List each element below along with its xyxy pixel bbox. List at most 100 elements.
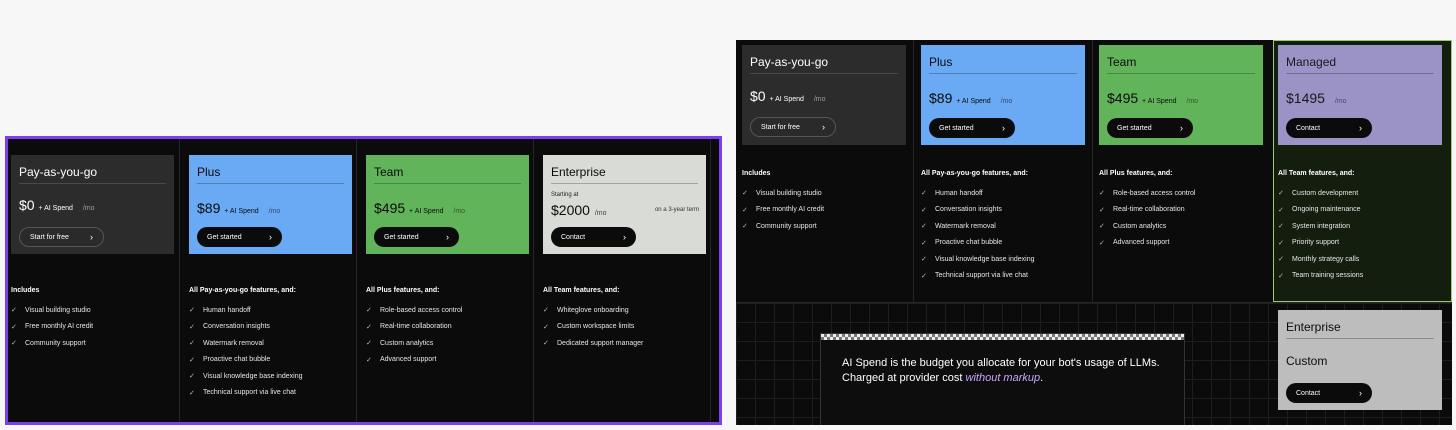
list-item: ✓ Proactive chat bubble: [921, 235, 1035, 252]
list-item: ✓ Custom workspace limits: [543, 319, 643, 336]
feature-list-managed: All Team features, and: ✓ Custom developm…: [1278, 170, 1363, 284]
check-icon: ✓: [921, 206, 927, 214]
price-value: $1495: [1286, 90, 1325, 106]
check-icon: ✓: [1278, 239, 1284, 247]
feature-text: Real-time collaboration: [380, 323, 452, 331]
plan-name: Enterprise: [1286, 320, 1341, 334]
check-icon: ✓: [11, 307, 17, 315]
check-icon: ✓: [543, 307, 549, 315]
button-label: Get started: [939, 124, 974, 132]
feature-text: Visual knowledge base indexing: [935, 255, 1035, 263]
plan-price: $2000 /mo: [551, 202, 607, 218]
list-item: ✓ Real-time collaboration: [366, 319, 463, 336]
check-icon: ✓: [1099, 239, 1105, 247]
check-icon: ✓: [921, 223, 927, 231]
column-divider: [913, 40, 914, 302]
check-icon: ✓: [366, 356, 372, 364]
feature-text: Conversation insights: [203, 323, 270, 331]
ai-spend-emphasis: without markup: [965, 372, 1041, 384]
plan-card-enterprise: Enterprise Custom Contact ›: [1278, 310, 1442, 410]
check-icon: ✓: [11, 340, 17, 348]
feature-heading: Includes: [742, 170, 771, 177]
feature-text: Proactive chat bubble: [203, 356, 271, 364]
ai-spend-suffix: .: [1040, 372, 1044, 384]
feature-heading: Includes: [11, 287, 40, 294]
feature-heading: All Team features, and:: [543, 287, 620, 294]
list-item: ✓ Technical support via live chat: [189, 385, 303, 402]
feature-heading: All Pay-as-you-go features, and:: [189, 287, 296, 294]
plan-price: $1495 /mo: [1286, 90, 1347, 106]
period-label: /mo: [82, 205, 95, 212]
get-started-button[interactable]: Get started ›: [929, 118, 1015, 138]
check-icon: ✓: [921, 272, 927, 280]
check-icon: ✓: [742, 206, 748, 214]
list-item: ✓ Custom analytics: [366, 335, 463, 352]
ai-spend-label: + AI Spend: [1142, 98, 1177, 105]
check-icon: ✓: [543, 340, 549, 348]
button-label: Get started: [384, 233, 419, 241]
contact-button[interactable]: Contact ›: [1286, 118, 1372, 138]
list-item: ✓ Dedicated support manager: [543, 335, 643, 352]
divider: [197, 183, 344, 184]
get-started-button[interactable]: Get started ›: [197, 227, 282, 247]
price-value: $495: [1107, 90, 1139, 106]
plan-price: $495 + AI Spend /mo: [374, 200, 465, 216]
price-value: $2000: [551, 202, 590, 218]
ai-spend-label: + AI Spend: [956, 98, 991, 105]
feature-text: Advanced support: [1113, 239, 1170, 247]
check-icon: ✓: [1099, 206, 1105, 214]
divider: [1286, 338, 1434, 339]
check-icon: ✓: [1099, 223, 1105, 231]
list-item: ✓ Watermark removal: [921, 218, 1035, 235]
contact-button[interactable]: Contact ›: [551, 227, 636, 247]
list-item: ✓ Custom development: [1278, 185, 1363, 202]
check-icon: ✓: [921, 256, 927, 264]
feature-list-enterprise: All Team features, and: ✓ Whiteglove onbo…: [543, 287, 643, 352]
start-for-free-button[interactable]: Start for free ›: [19, 227, 104, 247]
plan-price: $89 + AI Spend /mo: [197, 200, 280, 216]
chevron-right-icon: ›: [446, 232, 449, 242]
plan-name: Managed: [1286, 55, 1337, 69]
check-icon: ✓: [189, 307, 195, 315]
feature-list-pay-as-you-go: Includes ✓ Visual building studio ✓ Free m…: [742, 170, 824, 235]
list-item: ✓ Technical support via live chat: [921, 268, 1035, 285]
check-icon: ✓: [189, 373, 195, 381]
list-item: ✓ Real-time collaboration: [1099, 202, 1196, 219]
get-started-button[interactable]: Get started ›: [374, 227, 459, 247]
list-item: ✓ Human handoff: [189, 302, 303, 319]
plan-name: Plus: [929, 55, 953, 69]
check-icon: ✓: [1278, 206, 1284, 214]
feature-text: Human handoff: [935, 189, 983, 197]
feature-text: Watermark removal: [203, 339, 264, 347]
feature-text: Advanced support: [380, 356, 437, 364]
list-item: ✓ Priority support: [1278, 235, 1363, 252]
button-label: Start for free: [761, 123, 800, 131]
divider: [1107, 73, 1255, 74]
check-icon: ✓: [366, 307, 372, 315]
list-item: ✓ Ongoing maintenance: [1278, 202, 1363, 219]
list-item: ✓ Advanced support: [366, 352, 463, 369]
feature-list-team: All Plus features, and: ✓ Role-based acce…: [1099, 170, 1196, 251]
feature-text: Conversation insights: [935, 206, 1002, 214]
contact-button[interactable]: Contact ›: [1286, 383, 1372, 403]
plan-card-team: Team $495 + AI Spend /mo Get started ›: [366, 155, 529, 254]
feature-text: Community support: [25, 339, 86, 347]
plan-card-enterprise: Enterprise Starting at $2000 /mo on a 3-…: [543, 155, 706, 254]
start-for-free-button[interactable]: Start for free ›: [750, 117, 836, 137]
price-value: $89: [929, 90, 953, 106]
button-label: Get started: [1117, 124, 1152, 132]
check-icon: ✓: [1278, 256, 1284, 264]
ai-spend-info: AI Spend is the budget you allocate for …: [820, 333, 1185, 425]
feature-text: Custom analytics: [1113, 222, 1167, 230]
feature-list-plus: All Pay-as-you-go features, and: ✓ Human …: [189, 287, 303, 401]
list-item: ✓ Whiteglove onboarding: [543, 302, 643, 319]
list-item: ✓ Advanced support: [1099, 235, 1196, 252]
feature-heading: All Plus features, and:: [1099, 170, 1173, 177]
plan-name: Enterprise: [551, 165, 606, 179]
plan-price: $89 + AI Spend /mo: [929, 90, 1012, 106]
period-label: /mo: [1000, 98, 1013, 105]
check-icon: ✓: [1099, 190, 1105, 198]
ai-spend-line2: Charged at provider cost: [842, 372, 966, 384]
feature-heading: All Pay-as-you-go features, and:: [921, 170, 1028, 177]
get-started-button[interactable]: Get started ›: [1107, 118, 1193, 138]
